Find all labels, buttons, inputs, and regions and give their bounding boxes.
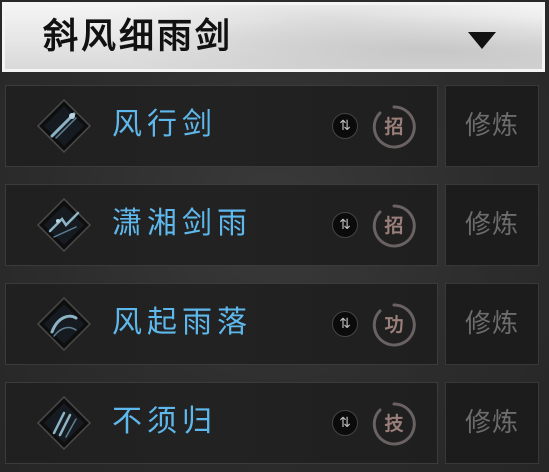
skill-type-char: 功: [384, 314, 404, 336]
skill-name: 潇湘剑雨: [112, 206, 252, 241]
skill-name: 风行剑: [112, 107, 217, 142]
diamond-skill-icon: [36, 197, 92, 253]
skill-name: 风起雨落: [112, 305, 252, 340]
skill-type-char: 技: [384, 413, 404, 435]
diamond-skill-icon: [36, 296, 92, 352]
skill-type-seal: 功: [370, 301, 418, 349]
train-button[interactable]: 修炼: [445, 85, 539, 167]
skill-type-seal: 招: [370, 202, 418, 250]
skill-row[interactable]: 不须归 ⇅ 技: [5, 382, 438, 464]
skill-panel: 斜风细雨剑 风行剑 ⇅ 招 修炼 潇湘剑雨 ⇅ 招 修炼 风起雨落 ⇅ 功 修炼…: [0, 0, 549, 472]
skill-set-dropdown[interactable]: 斜风细雨剑: [2, 2, 545, 72]
diamond-skill-icon: [36, 98, 92, 154]
train-button[interactable]: 修炼: [445, 382, 539, 464]
swap-icon[interactable]: ⇅: [332, 410, 358, 436]
skill-type-char: 招: [384, 116, 404, 138]
train-button[interactable]: 修炼: [445, 283, 539, 365]
skill-type-seal: 招: [370, 103, 418, 151]
train-button[interactable]: 修炼: [445, 184, 539, 266]
skill-name: 不须归: [112, 404, 217, 439]
swap-icon[interactable]: ⇅: [332, 113, 358, 139]
skill-row[interactable]: 风行剑 ⇅ 招: [5, 85, 438, 167]
skill-row[interactable]: 风起雨落 ⇅ 功: [5, 283, 438, 365]
triangle-down-icon[interactable]: [468, 32, 496, 49]
skill-row[interactable]: 潇湘剑雨 ⇅ 招: [5, 184, 438, 266]
skill-set-title: 斜风细雨剑: [43, 17, 234, 57]
swap-icon[interactable]: ⇅: [332, 212, 358, 238]
skill-type-char: 招: [384, 215, 404, 237]
swap-icon[interactable]: ⇅: [332, 311, 358, 337]
diamond-skill-icon: [36, 395, 92, 451]
skill-type-seal: 技: [370, 400, 418, 448]
